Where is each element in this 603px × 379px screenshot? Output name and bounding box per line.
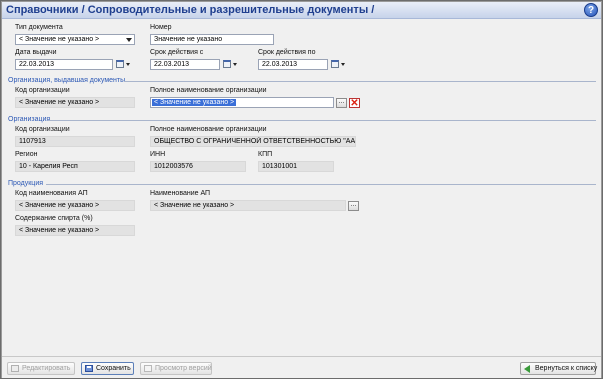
- section-divider: [46, 184, 596, 185]
- issuer-name-field[interactable]: < Значение не указано >: [150, 97, 334, 108]
- valid-to-picker[interactable]: [330, 59, 346, 70]
- organization-section-title: Организация: [8, 116, 51, 123]
- issuer-browse-button[interactable]: ...: [336, 98, 347, 108]
- question-circle-icon[interactable]: ?: [584, 3, 598, 17]
- kpp-label: КПП: [258, 151, 273, 158]
- document-type-label: Тип документа: [15, 24, 63, 31]
- section-divider: [124, 81, 596, 82]
- window: Справочники / Сопроводительные и разреши…: [1, 1, 602, 378]
- chevron-down-icon: [126, 63, 130, 66]
- save-icon: [85, 365, 93, 372]
- document-type-value: < Значение не указано >: [19, 36, 100, 43]
- number-input[interactable]: Значение не указано: [150, 34, 274, 45]
- calendar-icon: [116, 60, 124, 68]
- ap-name-browse-button[interactable]: ...: [348, 201, 359, 211]
- issuer-name-value: < Значение не указано >: [152, 99, 237, 106]
- org-code-label: Код организации: [15, 126, 70, 133]
- history-icon: [144, 365, 152, 372]
- chevron-down-icon: [233, 63, 237, 66]
- chevron-down-icon: [341, 63, 345, 66]
- inn-label: ИНН: [150, 151, 166, 158]
- issuer-section-title: Организация, выдавшая документы: [8, 77, 126, 84]
- issuer-name-label: Полное наименование организации: [150, 87, 267, 94]
- close-icon: ✕: [350, 98, 359, 109]
- product-section-title: Продукция: [8, 180, 44, 187]
- ap-name-label: Наименование АП: [150, 190, 211, 197]
- kpp-field: 101301001: [258, 161, 334, 172]
- number-label: Номер: [150, 24, 172, 31]
- document-type-select[interactable]: < Значение не указано >: [15, 34, 135, 45]
- valid-to-label: Срок действия по: [258, 49, 316, 56]
- back-button-label: Вернуться к списку: [535, 365, 598, 372]
- form-content: Тип документа < Значение не указано > Но…: [2, 20, 601, 356]
- back-arrow-icon: [524, 365, 530, 373]
- title-bar: Справочники / Сопроводительные и разреши…: [2, 2, 601, 19]
- edit-button-label: Редактировать: [22, 365, 71, 372]
- valid-from-picker[interactable]: [222, 59, 238, 70]
- valid-from-label: Срок действия с: [150, 49, 204, 56]
- history-button[interactable]: Просмотр версий: [140, 362, 212, 375]
- edit-icon: [11, 365, 19, 372]
- history-button-label: Просмотр версий: [155, 365, 212, 372]
- calendar-icon: [223, 60, 231, 68]
- inn-field: 1012003576: [150, 161, 246, 172]
- region-field: 10 - Карелия Респ: [15, 161, 135, 172]
- section-divider: [48, 120, 596, 121]
- page-title: Справочники / Сопроводительные и разреши…: [6, 4, 375, 16]
- chevron-down-icon[interactable]: [126, 38, 132, 42]
- org-name-label: Полное наименование организации: [150, 126, 267, 133]
- org-code-field: 1107913: [15, 136, 135, 147]
- org-name-field: ОБЩЕСТВО С ОГРАНИЧЕННОЙ ОТВЕТСТВЕННОСТЬЮ…: [150, 136, 356, 147]
- back-to-list-button[interactable]: Вернуться к списку: [520, 362, 598, 375]
- issuer-code-field: < Значение не указано >: [15, 97, 135, 108]
- save-button-label: Сохранить: [96, 365, 131, 372]
- edit-button[interactable]: Редактировать: [7, 362, 75, 375]
- issue-date-picker[interactable]: [115, 59, 131, 70]
- spirit-label: Содержание спирта (%): [15, 215, 93, 222]
- issuer-code-label: Код организации: [15, 87, 70, 94]
- bottom-toolbar: Редактировать Сохранить Просмотр версий …: [2, 356, 601, 378]
- valid-from-input[interactable]: 22.03.2013: [150, 59, 220, 70]
- save-button[interactable]: Сохранить: [81, 362, 134, 375]
- region-label: Регион: [15, 151, 38, 158]
- calendar-icon: [331, 60, 339, 68]
- issue-date-label: Дата выдачи: [15, 49, 57, 56]
- issue-date-input[interactable]: 22.03.2013: [15, 59, 113, 70]
- ap-name-field: < Значение не указано >: [150, 200, 346, 211]
- ap-code-field: < Значение не указано >: [15, 200, 135, 211]
- spirit-field: < Значение не указано >: [15, 225, 135, 236]
- issuer-clear-button[interactable]: ✕: [349, 98, 360, 109]
- ap-code-label: Код наименования АП: [15, 190, 88, 197]
- valid-to-input[interactable]: 22.03.2013: [258, 59, 328, 70]
